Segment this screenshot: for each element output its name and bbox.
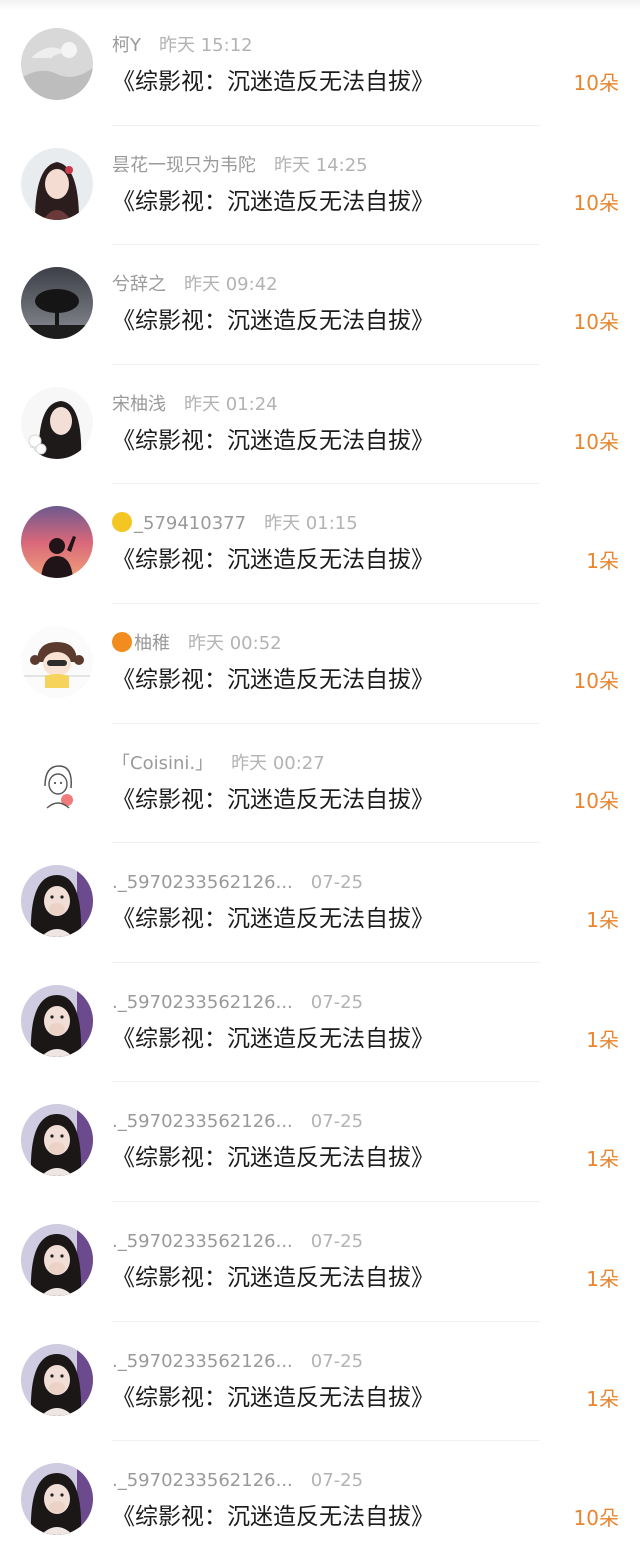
meta-line: 宋柚浅 昨天 01:24: [112, 393, 278, 417]
list-item-1[interactable]: 柯Y 昨天 15:12 《综影视：沉迷造反无法自拔》 10朵: [0, 6, 640, 126]
list-item-11[interactable]: ._5970233562126... 07-25 《综影视：沉迷造反无法自拔》 1…: [0, 1202, 640, 1322]
gift-count: 1朵: [586, 1027, 619, 1052]
list-item-7[interactable]: 「Coisini.」 昨天 00:27 《综影视：沉迷造反无法自拔》 10朵: [0, 724, 640, 844]
list-item-4[interactable]: 宋柚浅 昨天 01:24 《综影视：沉迷造反无法自拔》 10朵: [0, 365, 640, 485]
timestamp: 07-25: [310, 872, 364, 894]
book-title[interactable]: 《综影视：沉迷造反无法自拔》: [112, 1142, 434, 1174]
user-name[interactable]: ._5970233562126...: [112, 872, 293, 893]
user-name[interactable]: ._5970233562126...: [112, 992, 293, 1013]
orange-emoji: [112, 631, 132, 652]
girl-covering-mouth-avatar[interactable]: [21, 1223, 93, 1296]
user-name[interactable]: 兮辞之: [112, 274, 166, 295]
timestamp: 昨天 14:25: [274, 154, 368, 176]
timestamp: 昨天 01:15: [264, 513, 358, 535]
user-name[interactable]: _579410377: [134, 513, 246, 534]
girl-portrait-avatar[interactable]: [21, 147, 93, 220]
book-title[interactable]: 《综影视：沉迷造反无法自拔》: [112, 1501, 434, 1533]
meta-line: ._5970233562126... 07-25: [112, 1350, 363, 1374]
user-name[interactable]: ._5970233562126...: [112, 1231, 293, 1252]
user-name[interactable]: ._5970233562126...: [112, 1111, 293, 1132]
list-item-5[interactable]: _579410377 昨天 01:15 《综影视：沉迷造反无法自拔》 1朵: [0, 484, 640, 604]
user-name[interactable]: 柯Y: [112, 35, 141, 56]
girl-covering-mouth-avatar[interactable]: [21, 984, 93, 1057]
timestamp: 昨天 09:42: [184, 274, 278, 296]
timestamp: 07-25: [310, 1350, 364, 1372]
meta-line: ._5970233562126... 07-25: [112, 1110, 363, 1134]
book-title[interactable]: 《综影视：沉迷造反无法自拔》: [112, 664, 434, 696]
book-title[interactable]: 《综影视：沉迷造反无法自拔》: [112, 305, 434, 337]
gift-count: 1朵: [586, 549, 619, 574]
book-title[interactable]: 《综影视：沉迷造反无法自拔》: [112, 784, 434, 816]
user-name[interactable]: ._5970233562126...: [112, 1470, 293, 1491]
book-title[interactable]: 《综影视：沉迷造反无法自拔》: [112, 1382, 434, 1414]
user-name[interactable]: 「Coisini.」: [112, 753, 213, 774]
gray-landscape-avatar[interactable]: [21, 28, 93, 100]
list-item-2[interactable]: 昙花一现只为韦陀 昨天 14:25 《综影视：沉迷造反无法自拔》 10朵: [0, 126, 640, 246]
gift-count: 1朵: [586, 1147, 619, 1172]
cartoon-girl-avatar[interactable]: [21, 625, 93, 698]
gift-count: 1朵: [586, 908, 619, 933]
book-title[interactable]: 《综影视：沉迷造反无法自拔》: [112, 1262, 434, 1294]
gift-count: 1朵: [586, 1386, 619, 1411]
meta-line: 「Coisini.」 昨天 00:27: [112, 752, 325, 776]
book-title[interactable]: 《综影视：沉迷造反无法自拔》: [112, 544, 434, 576]
list-item-3[interactable]: 兮辞之 昨天 09:42 《综影视：沉迷造反无法自拔》 10朵: [0, 245, 640, 365]
list-item-13[interactable]: ._5970233562126... 07-25 《综影视：沉迷造反无法自拔》 1…: [0, 1441, 640, 1557]
meta-line: ._5970233562126... 07-25: [112, 1469, 363, 1493]
girl-covering-mouth-avatar[interactable]: [21, 1104, 93, 1177]
user-name[interactable]: 柚稚: [134, 633, 170, 654]
book-title[interactable]: 《综影视：沉迷造反无法自拔》: [112, 1023, 434, 1055]
gift-count: 10朵: [573, 190, 619, 215]
list-item-10[interactable]: ._5970233562126... 07-25 《综影视：沉迷造反无法自拔》 1…: [0, 1082, 640, 1202]
book-title[interactable]: 《综影视：沉迷造反无法自拔》: [112, 66, 434, 98]
list-item-9[interactable]: ._5970233562126... 07-25 《综影视：沉迷造反无法自拔》 1…: [0, 963, 640, 1083]
gift-count: 10朵: [573, 310, 619, 335]
book-title[interactable]: 《综影视：沉迷造反无法自拔》: [112, 903, 434, 935]
gift-count: 10朵: [573, 429, 619, 454]
timestamp: 昨天 00:27: [231, 752, 325, 774]
user-name[interactable]: 昙花一现只为韦陀: [112, 155, 256, 176]
gift-count: 10朵: [573, 668, 619, 693]
list-item-8[interactable]: ._5970233562126... 07-25 《综影视：沉迷造反无法自拔》 1…: [0, 843, 640, 963]
lemon-emoji: [112, 512, 132, 533]
list-item-6[interactable]: 柚稚 昨天 00:52 《综影视：沉迷造反无法自拔》 10朵: [0, 604, 640, 724]
book-title[interactable]: 《综影视：沉迷造反无法自拔》: [112, 425, 434, 457]
meta-line: 柚稚 昨天 00:52: [112, 631, 282, 656]
meta-line: 柯Y 昨天 15:12: [112, 34, 253, 58]
girl-covering-mouth-avatar[interactable]: [21, 1463, 93, 1536]
meta-line: ._5970233562126... 07-25: [112, 991, 363, 1015]
gift-count: 10朵: [573, 1506, 619, 1531]
girl-covering-mouth-avatar[interactable]: [21, 865, 93, 938]
meta-line: 昙花一现只为韦陀 昨天 14:25: [112, 154, 368, 178]
timestamp: 昨天 01:24: [184, 393, 278, 415]
user-name[interactable]: 宋柚浅: [112, 394, 166, 415]
timestamp: 07-25: [310, 1111, 364, 1133]
sunset-silhouette-avatar[interactable]: [21, 506, 93, 579]
gift-count: 10朵: [573, 71, 619, 95]
meta-line: ._5970233562126... 07-25: [112, 871, 363, 895]
timestamp: 07-25: [310, 991, 364, 1013]
girl-flowers-avatar[interactable]: [21, 386, 93, 459]
meta-line: 兮辞之 昨天 09:42: [112, 273, 278, 297]
tree-silhouette-avatar[interactable]: [21, 267, 93, 340]
meta-line: _579410377 昨天 01:15: [112, 512, 358, 536]
timestamp: 07-25: [310, 1470, 364, 1492]
book-title[interactable]: 《综影视：沉迷造反无法自拔》: [112, 186, 434, 218]
gift-record-list: 柯Y 昨天 15:12 《综影视：沉迷造反无法自拔》 10朵 昙花一现只为韦陀 昨天…: [0, 6, 640, 1557]
girl-covering-mouth-avatar[interactable]: [21, 1343, 93, 1416]
timestamp: 昨天 15:12: [159, 35, 253, 56]
gift-count: 10朵: [573, 788, 619, 813]
timestamp: 07-25: [310, 1230, 364, 1252]
meta-line: ._5970233562126... 07-25: [112, 1230, 363, 1254]
timestamp: 昨天 00:52: [188, 632, 282, 654]
gift-count: 1朵: [586, 1266, 619, 1291]
user-name[interactable]: ._5970233562126...: [112, 1351, 293, 1372]
list-item-12[interactable]: ._5970233562126... 07-25 《综影视：沉迷造反无法自拔》 1…: [0, 1322, 640, 1442]
sketch-girl-avatar[interactable]: [21, 745, 93, 818]
